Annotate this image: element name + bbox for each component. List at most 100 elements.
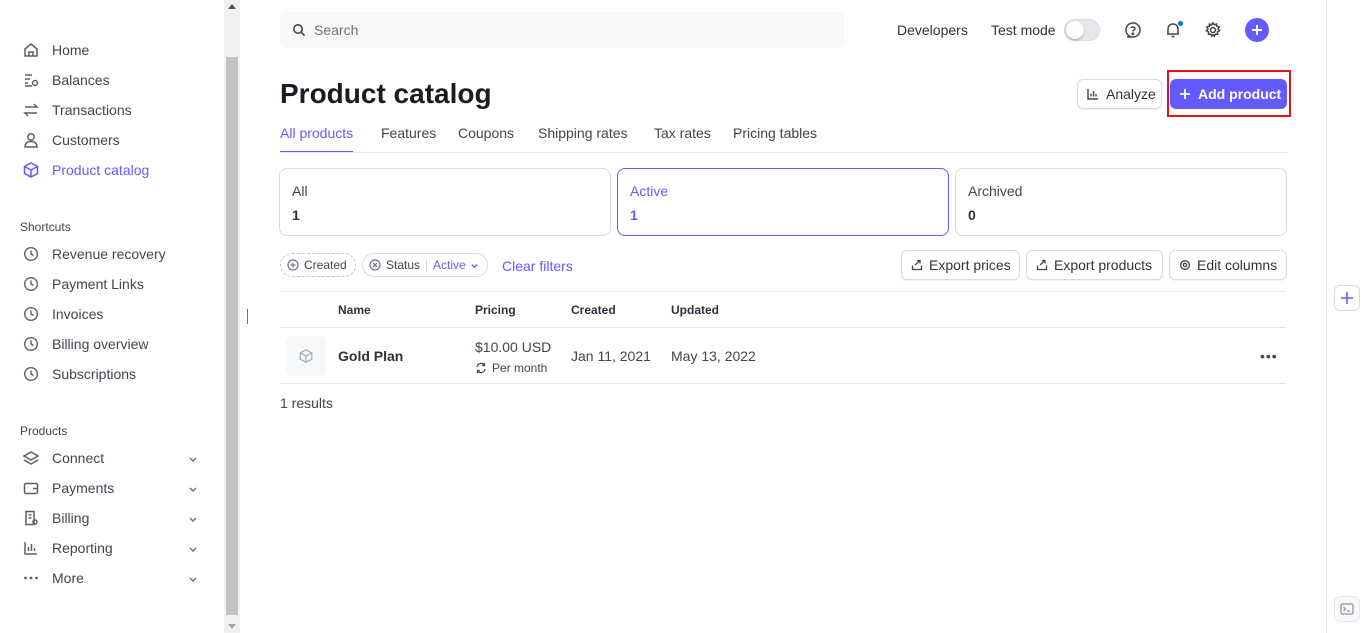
sidebar-item-transactions[interactable]: Transactions <box>22 98 202 122</box>
home-icon <box>22 41 40 59</box>
scroll-up-arrow-icon[interactable] <box>228 4 236 9</box>
clock-icon <box>22 275 40 293</box>
analyze-label: Analyze <box>1106 86 1156 102</box>
clock-icon <box>22 335 40 353</box>
status-filter-value: Active <box>433 258 466 272</box>
right-rail-divider <box>1326 0 1327 633</box>
sidebar-item-label: Payments <box>52 480 115 496</box>
created-filter-chip[interactable]: Created <box>280 253 356 277</box>
sidebar-item-invoices[interactable]: Invoices <box>22 302 202 326</box>
sidebar-item-label: Invoices <box>52 306 104 322</box>
clock-icon <box>22 305 40 323</box>
header-divider <box>280 327 1286 328</box>
column-header-name[interactable]: Name <box>338 303 371 317</box>
ellipsis-icon <box>22 569 40 587</box>
sidebar-item-billing-overview[interactable]: Billing overview <box>22 332 202 356</box>
tab-coupons[interactable]: Coupons <box>458 125 514 153</box>
tab-all-products[interactable]: All products <box>280 125 354 153</box>
sidebar-item-label: Connect <box>52 450 105 466</box>
sidebar-item-connect[interactable]: Connect <box>22 446 202 470</box>
product-name[interactable]: Gold Plan <box>338 348 403 364</box>
clock-icon <box>22 245 40 263</box>
edit-columns-button[interactable]: Edit columns <box>1169 250 1287 280</box>
search-placeholder: Search <box>314 22 359 38</box>
sidebar-item-more[interactable]: More <box>22 566 202 590</box>
status-card-label: Active <box>630 183 669 199</box>
sidebar-item-label: Billing overview <box>52 336 149 352</box>
table-top-divider <box>280 291 1286 292</box>
tab-features[interactable]: Features <box>381 125 436 153</box>
sidebar-item-label: Customers <box>52 132 120 148</box>
export-icon <box>911 259 923 271</box>
sidebar-item-label: Payment Links <box>52 276 144 292</box>
add-panel-plus-icon[interactable] <box>1334 285 1360 311</box>
chip-separator <box>426 259 428 271</box>
create-plus-button[interactable] <box>1245 18 1269 42</box>
terminal-icon[interactable] <box>1334 596 1360 622</box>
search-input[interactable]: Search <box>280 12 844 48</box>
sidebar-item-product-catalog[interactable]: Product catalog <box>22 158 202 182</box>
bar-chart-icon <box>1087 88 1099 100</box>
sidebar-item-subscriptions[interactable]: Subscriptions <box>22 362 202 386</box>
analyze-button[interactable]: Analyze <box>1077 79 1162 109</box>
chevron-down-icon <box>188 511 198 527</box>
wallet-icon <box>22 479 40 497</box>
scrollbar-thumb[interactable] <box>226 57 238 615</box>
clear-circle-icon[interactable] <box>369 259 381 271</box>
sidebar-item-reporting[interactable]: Reporting <box>22 536 202 560</box>
tab-shipping-rates[interactable]: Shipping rates <box>538 125 628 153</box>
resize-handle[interactable] <box>247 309 248 324</box>
tab-tax-rates[interactable]: Tax rates <box>654 125 711 153</box>
status-card-all[interactable]: All 1 <box>279 168 611 236</box>
sidebar-item-label: Reporting <box>52 540 113 556</box>
developers-link[interactable]: Developers <box>897 22 968 38</box>
export-prices-label: Export prices <box>929 257 1011 273</box>
export-icon <box>1036 259 1048 271</box>
status-card-count: 1 <box>630 207 638 223</box>
person-icon <box>22 131 40 149</box>
notification-dot <box>1177 20 1184 27</box>
created-filter-label: Created <box>304 258 347 272</box>
sidebar-item-balances[interactable]: Balances <box>22 68 202 92</box>
billing-interval: Per month <box>475 361 547 375</box>
sidebar-item-billing[interactable]: Billing <box>22 506 202 530</box>
invoice-icon <box>22 509 40 527</box>
status-card-label: All <box>292 183 308 199</box>
gear-icon <box>1179 259 1191 271</box>
results-count: 1 results <box>280 395 333 411</box>
chevron-down-icon <box>188 481 198 497</box>
tab-pricing-tables[interactable]: Pricing tables <box>733 125 817 153</box>
status-card-label: Archived <box>968 183 1023 199</box>
sidebar-item-label: Balances <box>52 72 110 88</box>
sidebar-item-payments[interactable]: Payments <box>22 476 202 500</box>
sidebar: Home Balances Transactions Customers Pro… <box>0 0 224 633</box>
gear-icon[interactable] <box>1201 18 1225 42</box>
sidebar-item-customers[interactable]: Customers <box>22 128 202 152</box>
sidebar-scrollbar[interactable] <box>224 0 240 633</box>
row-actions-ellipsis-icon[interactable]: ••• <box>1260 348 1278 364</box>
clock-icon <box>22 365 40 383</box>
chevron-down-icon <box>188 451 198 467</box>
status-card-active[interactable]: Active 1 <box>617 168 949 236</box>
export-prices-button[interactable]: Export prices <box>901 250 1020 280</box>
sidebar-item-payment-links[interactable]: Payment Links <box>22 272 202 296</box>
test-mode-toggle[interactable] <box>1064 19 1100 41</box>
box-icon <box>299 349 313 363</box>
status-card-archived[interactable]: Archived 0 <box>955 168 1287 236</box>
clear-filters-link[interactable]: Clear filters <box>502 258 573 274</box>
row-divider <box>280 383 1286 384</box>
recurring-icon <box>475 362 487 374</box>
column-header-created[interactable]: Created <box>571 303 616 317</box>
help-icon[interactable] <box>1121 18 1145 42</box>
status-card-count: 1 <box>292 207 300 223</box>
sidebar-item-label: Transactions <box>52 102 132 118</box>
export-products-button[interactable]: Export products <box>1026 250 1163 280</box>
column-header-pricing[interactable]: Pricing <box>475 303 516 317</box>
column-header-updated[interactable]: Updated <box>671 303 719 317</box>
billing-interval-label: Per month <box>492 361 548 375</box>
sidebar-item-label: Revenue recovery <box>52 246 166 262</box>
scroll-down-arrow-icon[interactable] <box>228 624 236 629</box>
sidebar-item-home[interactable]: Home <box>22 38 202 62</box>
status-filter-chip[interactable]: Status Active <box>362 253 488 277</box>
sidebar-item-revenue-recovery[interactable]: Revenue recovery <box>22 242 202 266</box>
